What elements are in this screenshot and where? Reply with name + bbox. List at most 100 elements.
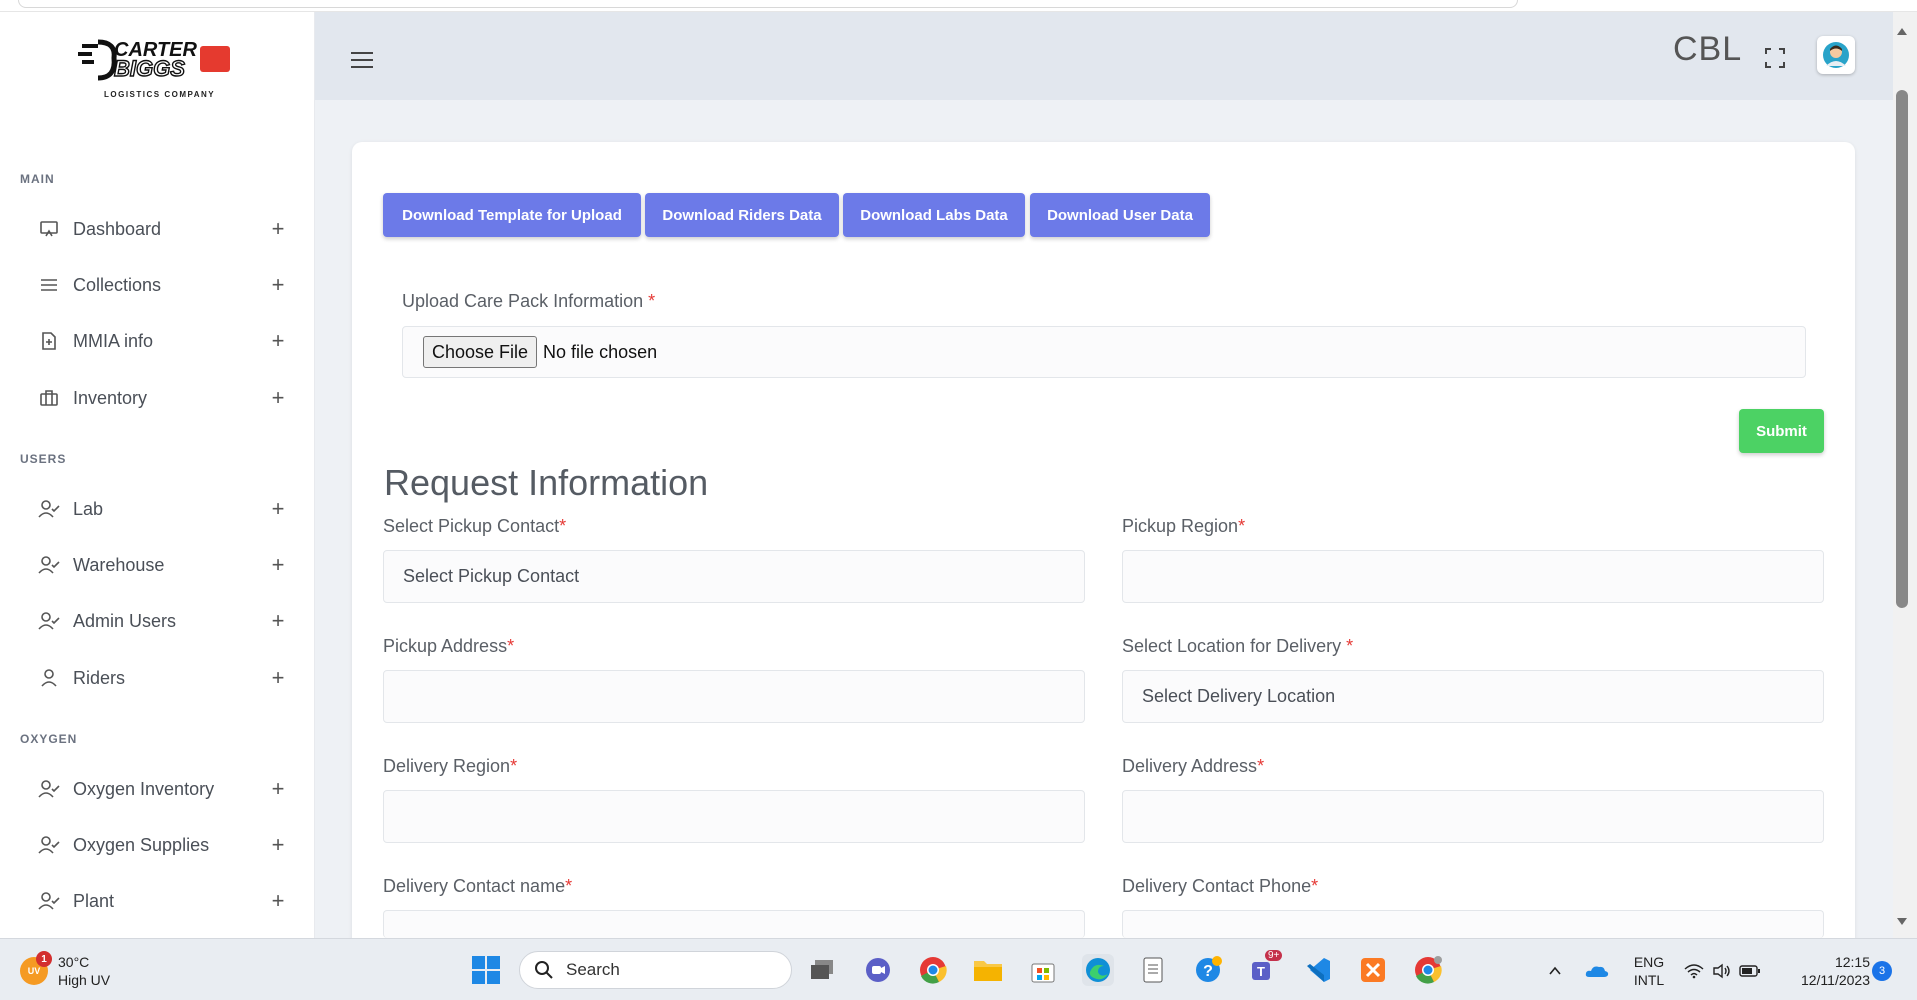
hamburger-icon[interactable] <box>351 52 373 68</box>
expand-icon[interactable]: + <box>268 496 288 522</box>
sidebar-item-riders[interactable]: Riders + <box>38 658 288 698</box>
scroll-up-icon[interactable] <box>1897 28 1907 35</box>
teams-badge: 9+ <box>1265 950 1283 961</box>
sidebar-item-label: Oxygen Supplies <box>73 834 210 855</box>
notification-badge[interactable]: 3 <box>1872 961 1892 981</box>
scroll-thumb[interactable] <box>1896 90 1908 608</box>
expand-icon[interactable]: + <box>268 216 288 242</box>
edge-icon[interactable] <box>1082 954 1114 986</box>
expand-icon[interactable]: + <box>268 328 288 354</box>
sidebar-item-collections[interactable]: Collections + <box>38 265 288 305</box>
expand-icon[interactable]: + <box>268 888 288 914</box>
expand-icon[interactable]: + <box>268 552 288 578</box>
windows-start-icon[interactable] <box>470 954 502 986</box>
onedrive-icon[interactable] <box>1582 955 1612 987</box>
user-check-icon <box>38 890 60 912</box>
label-text: Delivery Contact name <box>383 876 566 896</box>
taskbar-search[interactable]: Search <box>519 951 792 989</box>
delivery-location-select[interactable]: Select Delivery Location <box>1122 670 1824 723</box>
download-users-button[interactable]: Download User Data <box>1030 193 1210 237</box>
download-template-button[interactable]: Download Template for Upload <box>383 193 641 237</box>
task-view-icon[interactable] <box>807 954 839 986</box>
submit-button[interactable]: Submit <box>1739 409 1824 453</box>
weather-temp: 30°C <box>58 954 90 970</box>
weather-badge: 1 <box>36 951 52 967</box>
section-users-heading: USERS <box>20 452 67 466</box>
required-mark: * <box>648 291 656 311</box>
briefcase-icon <box>38 387 60 409</box>
notepad-icon[interactable] <box>1137 954 1169 986</box>
file-explorer-icon[interactable] <box>972 954 1004 986</box>
user-avatar-icon[interactable] <box>1817 36 1855 74</box>
sidebar-item-oxygen-inventory[interactable]: Oxygen Inventory + <box>38 769 288 809</box>
label-text: Delivery Address <box>1122 756 1258 776</box>
battery-icon[interactable] <box>1738 955 1762 987</box>
sidebar-item-plant[interactable]: Plant + <box>38 881 288 921</box>
delivery-contact-name-input[interactable] <box>383 910 1085 938</box>
user-icon <box>38 667 60 689</box>
file-input[interactable]: Choose File No file chosen <box>402 326 1806 378</box>
company-logo[interactable]: CARTER BIGGS LOGISTICS COMPANY <box>76 32 240 99</box>
address-field[interactable] <box>18 0 1518 8</box>
label-text: Pickup Address <box>383 636 508 656</box>
list-icon <box>38 274 60 296</box>
language-indicator[interactable]: ENG INTL <box>1628 953 1670 989</box>
scroll-down-icon[interactable] <box>1897 918 1907 925</box>
uv-icon-text: UV <box>27 966 41 976</box>
pickup-contact-select[interactable]: Select Pickup Contact <box>383 550 1085 603</box>
svg-text:?: ? <box>1203 963 1213 980</box>
expand-icon[interactable]: + <box>268 385 288 411</box>
sidebar-item-mmia-info[interactable]: MMIA info + <box>38 321 288 361</box>
clock[interactable]: 12:15 12/11/2023 <box>1780 953 1870 989</box>
download-riders-button[interactable]: Download Riders Data <box>645 193 839 237</box>
sidebar-item-lab[interactable]: Lab + <box>38 489 288 529</box>
logo-text-2: BIGGS <box>114 56 185 81</box>
user-check-icon <box>38 610 60 632</box>
expand-icon[interactable]: + <box>268 272 288 298</box>
sidebar-item-label: Dashboard <box>73 218 162 239</box>
delivery-region-input[interactable] <box>383 790 1085 843</box>
delivery-region-label: Delivery Region* <box>383 756 517 777</box>
sidebar-item-label: Riders <box>73 667 126 688</box>
store-icon[interactable] <box>1027 954 1059 986</box>
pickup-address-label: Pickup Address* <box>383 636 514 657</box>
choose-file-button[interactable]: Choose File <box>423 336 538 368</box>
volume-icon[interactable] <box>1710 955 1734 987</box>
fullscreen-icon[interactable] <box>1763 46 1787 70</box>
required-mark: * <box>1346 636 1354 656</box>
wifi-icon[interactable] <box>1682 955 1706 987</box>
section-main-heading: MAIN <box>20 172 55 186</box>
label-text: Pickup Region <box>1122 516 1239 536</box>
delivery-contact-phone-input[interactable] <box>1122 910 1824 938</box>
expand-icon[interactable]: + <box>268 608 288 634</box>
sidebar-item-label: Lab <box>73 498 104 519</box>
delivery-contact-name-label: Delivery Contact name* <box>383 876 572 897</box>
chevron-up-icon[interactable] <box>1543 955 1567 987</box>
expand-icon[interactable]: + <box>268 665 288 691</box>
user-check-icon <box>38 778 60 800</box>
sidebar-item-oxygen-supplies[interactable]: Oxygen Supplies + <box>38 825 288 865</box>
sidebar-item-inventory[interactable]: Inventory + <box>38 378 288 418</box>
tips-icon[interactable]: ? <box>1192 954 1224 986</box>
weather-widget[interactable]: UV 1 30°C High UV <box>20 951 110 989</box>
chrome-profile-icon[interactable] <box>1412 954 1444 986</box>
required-mark: * <box>565 876 573 896</box>
download-labs-button[interactable]: Download Labs Data <box>843 193 1025 237</box>
top-header: CBL <box>315 12 1893 100</box>
sidebar-item-label: Admin Users <box>73 610 177 631</box>
sidebar-item-warehouse[interactable]: Warehouse + <box>38 545 288 585</box>
chat-icon[interactable] <box>862 954 894 986</box>
pickup-region-input[interactable] <box>1122 550 1824 603</box>
expand-icon[interactable]: + <box>268 832 288 858</box>
chrome-icon[interactable] <box>917 954 949 986</box>
sidebar-item-dashboard[interactable]: Dashboard + <box>38 209 288 249</box>
xampp-icon[interactable] <box>1357 954 1389 986</box>
teams-icon[interactable]: T 9+ <box>1247 950 1283 986</box>
clock-time: 12:15 <box>1834 954 1870 970</box>
delivery-address-input[interactable] <box>1122 790 1824 843</box>
pickup-region-label: Pickup Region* <box>1122 516 1245 537</box>
expand-icon[interactable]: + <box>268 776 288 802</box>
vscode-icon[interactable] <box>1302 954 1334 986</box>
sidebar-item-admin-users[interactable]: Admin Users + <box>38 601 288 641</box>
pickup-address-input[interactable] <box>383 670 1085 723</box>
